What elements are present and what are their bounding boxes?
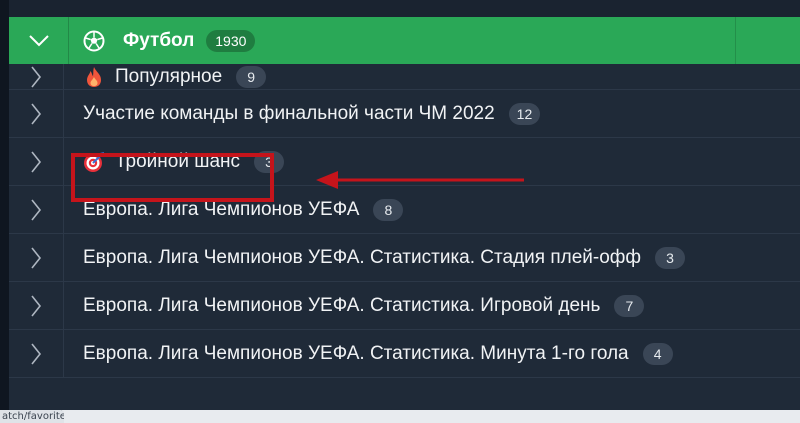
flame-icon [83, 66, 105, 88]
chevron-right-icon [31, 247, 42, 268]
list-item-popular[interactable]: Популярное 9 [9, 64, 800, 90]
expand-button[interactable] [9, 186, 64, 233]
list-item-triple-chance[interactable]: Тройной шанс 3 [9, 138, 800, 186]
expand-button[interactable] [9, 234, 64, 281]
chevron-right-icon [31, 103, 42, 124]
list-item-label: Тройной шанс [115, 150, 241, 172]
sports-menu-frame: Футбол 1930 Популярное 9 Участие команды… [0, 0, 800, 423]
expand-button[interactable] [9, 138, 64, 185]
list-item-label: Европа. Лига Чемпионов УЕФА. Статистика.… [83, 246, 642, 268]
count-badge: 12 [508, 102, 541, 125]
list-item-label: Участие команды в финальной части ЧМ 202… [83, 102, 495, 124]
header-divider [735, 17, 736, 64]
league-list: Популярное 9 Участие команды в финальной… [9, 64, 800, 378]
sport-header-football[interactable]: Футбол 1930 [9, 17, 800, 64]
chevron-down-icon [28, 34, 49, 46]
list-item[interactable]: Участие команды в финальной части ЧМ 202… [9, 90, 800, 138]
expand-button[interactable] [9, 330, 64, 377]
collapse-toggle[interactable] [9, 17, 69, 64]
chevron-right-icon [31, 343, 42, 364]
target-icon [83, 151, 105, 173]
sport-title: Футбол [123, 29, 195, 51]
list-item[interactable]: Европа. Лига Чемпионов УЕФА. Статистика.… [9, 234, 800, 282]
list-item[interactable]: Европа. Лига Чемпионов УЕФА 8 [9, 186, 800, 234]
left-gutter [0, 0, 9, 423]
status-url: atch/favorites [0, 410, 64, 423]
list-item[interactable]: Европа. Лига Чемпионов УЕФА. Статистика.… [9, 330, 800, 378]
bottom-bar [62, 410, 800, 423]
list-item-label: Популярное [115, 65, 223, 87]
chevron-right-icon [31, 295, 42, 316]
count-badge: 3 [254, 150, 285, 173]
chevron-right-icon [31, 66, 42, 87]
sport-count-badge: 1930 [206, 29, 256, 52]
list-item[interactable]: Европа. Лига Чемпионов УЕФА. Статистика.… [9, 282, 800, 330]
count-badge: 7 [614, 294, 645, 317]
soccer-ball-icon [83, 30, 105, 52]
list-item-label: Европа. Лига Чемпионов УЕФА. Статистика.… [83, 342, 629, 364]
list-item-label: Европа. Лига Чемпионов УЕФА [83, 198, 360, 220]
count-badge: 8 [373, 198, 404, 221]
top-bar [0, 0, 800, 17]
expand-button[interactable] [9, 282, 64, 329]
list-item-label: Европа. Лига Чемпионов УЕФА. Статистика.… [83, 294, 601, 316]
count-badge: 3 [655, 246, 686, 269]
count-badge: 9 [236, 65, 267, 88]
chevron-right-icon [31, 151, 42, 172]
chevron-right-icon [31, 199, 42, 220]
expand-button[interactable] [9, 90, 64, 137]
expand-button[interactable] [9, 64, 64, 89]
count-badge: 4 [642, 342, 673, 365]
